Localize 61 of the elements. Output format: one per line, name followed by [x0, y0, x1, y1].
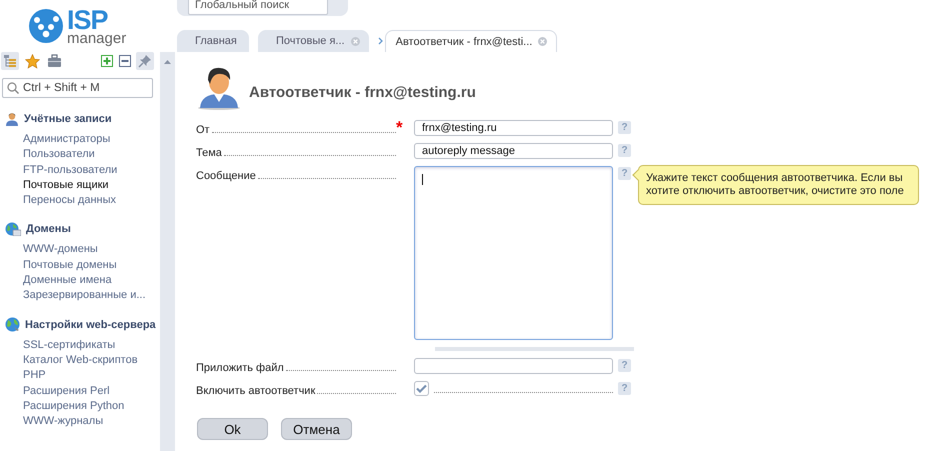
- toolbar-button[interactable]: [1, 52, 19, 70]
- toolbar-button[interactable]: [100, 52, 114, 70]
- menu-item[interactable]: Доменные имена: [5, 273, 160, 288]
- text-field[interactable]: autoreply message: [414, 143, 613, 159]
- field-label: От: [196, 124, 210, 136]
- text-field[interactable]: frnx@testing.ru: [414, 120, 613, 136]
- checkbox[interactable]: [414, 381, 429, 396]
- field-label: Сообщение: [196, 170, 256, 182]
- menu-item[interactable]: Почтовые ящики: [5, 178, 160, 194]
- logo-icon: [28, 8, 64, 44]
- form-button[interactable]: Ok: [197, 418, 268, 440]
- expand-icon: [101, 55, 113, 67]
- close-icon[interactable]: [538, 37, 548, 46]
- search-icon: [7, 82, 19, 94]
- menu-item[interactable]: Каталог Web-скриптов: [5, 352, 160, 368]
- menu-item[interactable]: Переносы данных: [5, 193, 160, 208]
- menu-item[interactable]: Расширения Python: [5, 398, 160, 414]
- scroll-up-icon[interactable]: [164, 60, 171, 64]
- menu-item[interactable]: WWW-домены: [5, 242, 160, 258]
- search-field[interactable]: Глобальный поиск: [188, 0, 328, 15]
- briefcase-icon: [46, 54, 62, 68]
- tab[interactable]: Автоответчик - frnx@testi...: [384, 30, 558, 52]
- menu-item[interactable]: Зарезервированные и...: [5, 288, 160, 304]
- page-title: Автоответчик - frnx@testing.ru: [249, 84, 476, 100]
- collapse-icon: [119, 55, 131, 67]
- user-icon: [5, 112, 19, 126]
- toolbar-button[interactable]: [23, 52, 41, 70]
- chevron-icon: [378, 37, 383, 45]
- pin-icon: [138, 54, 152, 68]
- toolbar-button[interactable]: [118, 52, 132, 70]
- field-label: Тема: [196, 147, 222, 159]
- menu-item[interactable]: Расширения Perl: [5, 384, 160, 399]
- menu-item[interactable]: Пользователи: [5, 147, 160, 163]
- logo-subtitle: manager: [67, 30, 126, 46]
- search-field[interactable]: Ctrl + Shift + M: [2, 78, 153, 98]
- logo-title: ISP: [67, 6, 109, 34]
- tree-icon: [3, 54, 17, 68]
- field-label: Приложить файл: [196, 362, 284, 374]
- globe-icon: [5, 222, 21, 236]
- menu-item[interactable]: WWW-журналы: [5, 414, 160, 430]
- section-title[interactable]: Домены: [26, 223, 71, 236]
- tooltip: Укажите текст сообщения автоответчика. Если вы хотите отключить автоответчик, очистите это поле: [632, 165, 919, 205]
- file-field[interactable]: [414, 358, 613, 374]
- menu-item[interactable]: SSL-сертификаты: [5, 338, 160, 353]
- toolbar-button[interactable]: [136, 52, 154, 70]
- star-icon: [24, 54, 40, 68]
- field-label: Включить автоответчик: [196, 385, 316, 397]
- menu-item[interactable]: Почтовые домены: [5, 258, 160, 274]
- close-icon[interactable]: [350, 36, 360, 46]
- menu-item[interactable]: Администраторы: [5, 132, 160, 148]
- menu-item[interactable]: PHP: [5, 368, 160, 384]
- toolbar-button[interactable]: [45, 52, 63, 70]
- tab[interactable]: Главная: [177, 30, 249, 52]
- form-button[interactable]: Отмена: [281, 418, 352, 440]
- required-mark: *: [396, 120, 404, 136]
- section-title[interactable]: Учётные записи: [24, 113, 112, 125]
- globe-icon: [5, 317, 20, 332]
- menu-item[interactable]: FTP-пользователи: [5, 162, 160, 178]
- tab[interactable]: Почтовые я...: [258, 30, 369, 52]
- message-field[interactable]: [414, 166, 613, 340]
- section-title[interactable]: Настройки web-сервера: [25, 318, 156, 331]
